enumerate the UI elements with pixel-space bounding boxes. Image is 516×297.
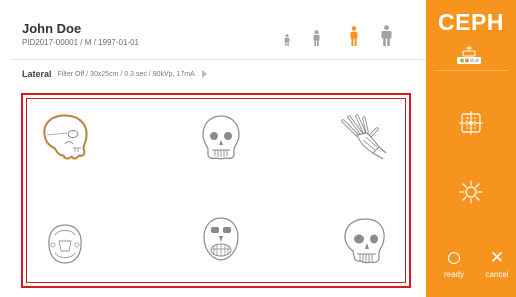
ready-label: ready: [443, 270, 464, 279]
laser-position-icon[interactable]: [458, 110, 484, 141]
oblique-skull-icon[interactable]: [337, 215, 393, 267]
lateral-skull-icon[interactable]: [37, 111, 93, 163]
hand-xray-icon[interactable]: [333, 109, 389, 161]
patient-name: John Doe: [22, 21, 82, 36]
exposure-light-icon[interactable]: [459, 180, 483, 209]
cancel-label: cancel: [485, 270, 509, 279]
patient-size-selector: [283, 24, 395, 46]
patient-details: PID2017-00001 / M / 1997-01-01: [22, 38, 139, 47]
waters-view-skull-icon[interactable]: [193, 213, 249, 265]
exposure-mode-row: Lateral Filter Off / 30x25cm / 0.3 sec /…: [22, 68, 207, 80]
large-adult-icon[interactable]: [380, 25, 393, 46]
circle-icon: [440, 248, 468, 268]
child-icon[interactable]: [283, 34, 291, 46]
sensor-status-icon: [454, 45, 484, 67]
mode-name: Lateral: [22, 69, 52, 79]
youth-icon[interactable]: [312, 30, 321, 46]
ready-button[interactable]: ready: [440, 248, 468, 279]
patient-info-block: John Doe PID2017-00001 / M / 1997-01-01: [22, 22, 139, 48]
adult-icon[interactable]: [349, 26, 359, 46]
header-divider: [12, 59, 426, 60]
cancel-button[interactable]: ✕ cancel: [480, 248, 514, 279]
right-control-panel: CEPH ready ✕ cancel: [426, 0, 516, 297]
ceph-title: CEPH: [438, 9, 504, 35]
expand-arrow-icon[interactable]: [201, 70, 207, 78]
panel-divider: [434, 70, 508, 71]
exposure-parameters: Filter Off / 30x25cm / 0.3 sec / 90kVp, …: [57, 70, 195, 78]
region-selection-panel: [21, 93, 411, 288]
submentovertex-skull-icon[interactable]: [37, 217, 93, 269]
frontal-skull-icon[interactable]: [193, 111, 249, 163]
close-icon: ✕: [489, 248, 505, 268]
